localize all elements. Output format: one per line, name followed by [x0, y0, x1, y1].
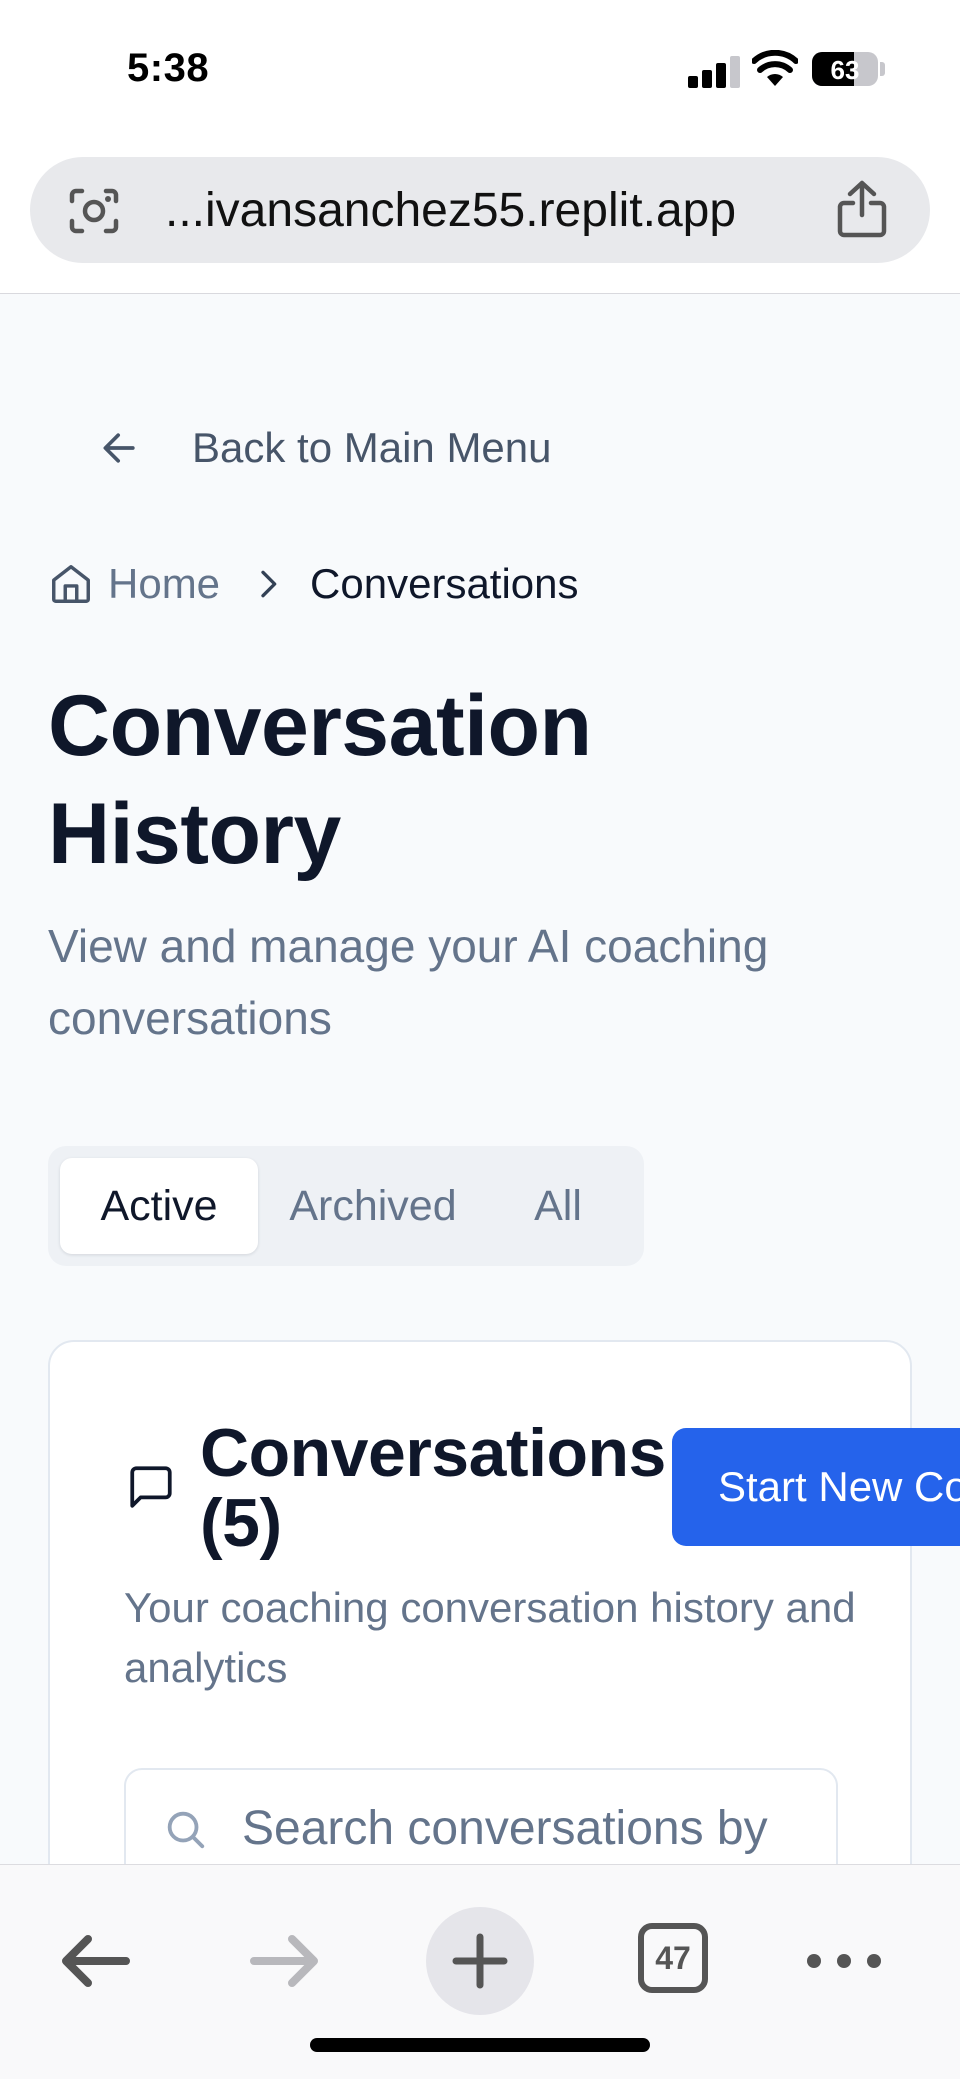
url-text[interactable]: ...ivansanchez55.replit.app: [165, 183, 736, 238]
breadcrumb: Home Conversations: [48, 560, 579, 608]
browser-address-area: ...ivansanchez55.replit.app: [0, 140, 960, 294]
chevron-right-icon: [261, 570, 277, 598]
message-square-icon: [130, 1466, 172, 1508]
search-icon: [167, 1811, 205, 1849]
page-title: Conversation History: [48, 678, 592, 882]
tab-all[interactable]: All: [488, 1158, 628, 1254]
back-to-main-menu-link[interactable]: Back to Main Menu: [98, 418, 552, 478]
tab-archived[interactable]: Archived: [268, 1158, 478, 1254]
share-icon[interactable]: [834, 179, 890, 239]
back-link-label: Back to Main Menu: [192, 424, 552, 471]
battery-icon: 63: [812, 52, 878, 86]
page-tools-icon[interactable]: [68, 187, 120, 235]
start-new-conversation-button[interactable]: Start New Conversation: [672, 1428, 960, 1546]
new-tab-button[interactable]: [426, 1907, 534, 2015]
home-icon[interactable]: [48, 561, 94, 607]
status-bar: 5:38 63: [0, 0, 960, 140]
more-menu-button[interactable]: [804, 1921, 884, 2001]
back-arrow-icon: [62, 1935, 130, 1987]
battery-level: 63: [830, 55, 860, 85]
wifi-icon: [752, 50, 798, 86]
card-title: Conversations (5): [200, 1415, 666, 1561]
forward-button[interactable]: [246, 1921, 326, 2001]
breadcrumb-home[interactable]: Home: [108, 560, 220, 608]
battery-nub: [880, 62, 885, 76]
plus-icon: [452, 1933, 508, 1989]
back-button[interactable]: [54, 1921, 134, 2001]
status-time: 5:38: [127, 46, 210, 90]
breadcrumb-current: Conversations: [310, 560, 579, 607]
more-dots-icon: [807, 1954, 881, 1968]
home-indicator: [310, 2038, 650, 2052]
cellular-signal-icon: [688, 56, 740, 88]
conversation-filter-tabs: Active Archived All: [48, 1146, 644, 1266]
arrow-left-icon: [103, 433, 135, 463]
forward-arrow-icon: [250, 1935, 318, 1987]
address-bar[interactable]: ...ivansanchez55.replit.app: [30, 157, 930, 263]
tabs-button[interactable]: 47: [636, 1921, 710, 1995]
search-input[interactable]: [242, 1790, 832, 1866]
tab-active[interactable]: Active: [60, 1158, 258, 1254]
card-subtitle: Your coaching conversation history and a…: [124, 1584, 856, 1691]
tab-count: 47: [638, 1923, 708, 1993]
page-subtitle: View and manage your AI coaching convers…: [48, 920, 769, 1044]
